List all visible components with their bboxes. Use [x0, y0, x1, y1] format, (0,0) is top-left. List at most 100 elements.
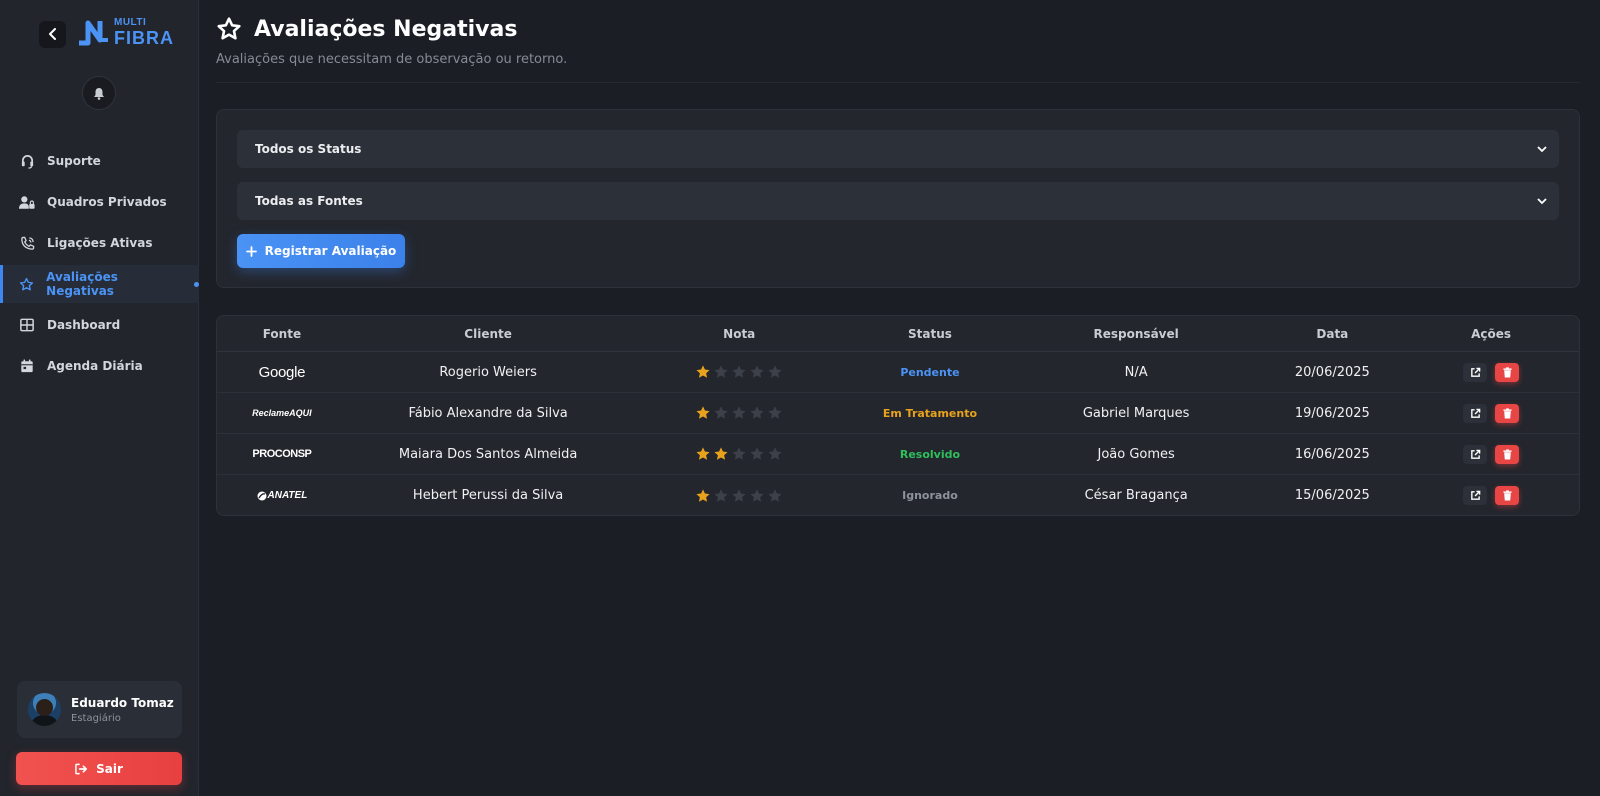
main-content: Avaliações Negativas Avaliações que nece… [199, 0, 1600, 796]
status-filter-value: Todos os Status [255, 142, 362, 156]
column-header-fonte: Fonte [262, 326, 302, 341]
star-empty-icon [732, 447, 746, 460]
table-row[interactable]: Google Rogerio Weiers Pendente N/A 20/06… [217, 352, 1579, 393]
star-empty-icon [750, 488, 764, 502]
plus-icon [245, 245, 257, 257]
sidebar-item-quadros-privados[interactable]: Quadros Privados [0, 183, 199, 221]
sidebar-item-label: Dashboard [47, 318, 121, 332]
source-filter-select[interactable]: Todas as Fontes [237, 182, 1559, 220]
table-header: Fonte Cliente Nota Status Responsável Da… [217, 316, 1579, 352]
page-subtitle: Avaliações que necessitam de observação … [216, 52, 568, 67]
filters-panel: Todos os Status Todas as Fontes Registra… [216, 109, 1580, 288]
headset-icon [19, 153, 35, 169]
chevron-down-icon [1537, 197, 1547, 204]
delete-review-button[interactable] [1495, 362, 1520, 382]
client-name: Hebert Perussi da Silva [412, 488, 564, 503]
table-row[interactable]: PROCONSP Maiara Dos Santos Almeida Resol… [217, 434, 1579, 475]
bell-icon [94, 87, 104, 100]
sidebar-item-agenda-diaria[interactable]: Agenda Diária [0, 347, 199, 385]
table-row[interactable]: ANATEL Hebert Perussi da Silva Ignorado … [217, 475, 1579, 515]
table-row[interactable]: ReclameAQUI Fábio Alexandre da Silva Em … [217, 393, 1579, 434]
chevron-down-icon [1537, 145, 1547, 152]
star-empty-icon [750, 406, 764, 419]
sidebar-item-label: Ligações Ativas [47, 236, 153, 250]
responsible-name: César Bragança [1084, 488, 1188, 503]
delete-review-button[interactable] [1495, 403, 1520, 423]
app-root: MULTI FIBRA Suporte Quadros Privados Lig… [0, 0, 1600, 796]
notifications-button[interactable] [82, 76, 116, 110]
star-filled-icon [696, 406, 710, 419]
column-header-acoes: Ações [1471, 326, 1512, 341]
sidebar: MULTI FIBRA Suporte Quadros Privados Lig… [0, 0, 199, 796]
logout-label: Sair [96, 761, 123, 776]
source-logo-google: Google [258, 363, 306, 381]
logo-text-multi: MULTI [114, 17, 147, 28]
source-logo-reclameaqui: ReclameAQUI [252, 408, 312, 418]
user-role: Estagiário [71, 712, 121, 724]
star-filled-icon [696, 488, 710, 502]
review-date: 16/06/2025 [1294, 446, 1370, 462]
star-empty-icon [732, 365, 746, 378]
external-link-icon [1470, 449, 1480, 459]
sign-out-icon [75, 763, 88, 774]
source-logo-anatel: ANATEL [257, 490, 308, 501]
sidebar-item-label: Quadros Privados [47, 195, 167, 209]
responsible-name: João Gomes [1097, 446, 1175, 462]
star-empty-icon [750, 447, 764, 460]
sidebar-item-dashboard[interactable]: Dashboard [0, 306, 199, 344]
sidebar-item-suporte[interactable]: Suporte [0, 142, 199, 180]
responsible-name: N/A [1124, 364, 1148, 380]
reviews-table: Fonte Cliente Nota Status Responsável Da… [216, 315, 1580, 516]
multifibra-logo-mark [79, 20, 108, 46]
sidebar-item-label: Agenda Diária [47, 359, 143, 373]
register-review-button[interactable]: Registrar Avaliação [237, 234, 405, 268]
column-header-data: Data [1316, 326, 1349, 341]
star-empty-icon [768, 406, 782, 419]
open-review-button[interactable] [1463, 362, 1488, 382]
logo-text-fibra: FIBRA [114, 28, 174, 48]
rating-stars [695, 488, 783, 504]
avatar [28, 693, 61, 726]
client-name: Rogerio Weiers [439, 364, 537, 380]
external-link-icon [1470, 408, 1480, 418]
trash-icon [1503, 490, 1512, 501]
collapse-sidebar-button[interactable] [39, 20, 66, 48]
external-link-icon [1470, 367, 1480, 377]
star-icon [217, 17, 241, 40]
anatel-mark-icon [257, 491, 266, 500]
client-name: Maiara Dos Santos Almeida [398, 446, 578, 462]
column-header-responsavel: Responsável [1093, 326, 1179, 341]
delete-review-button[interactable] [1495, 486, 1520, 505]
client-name: Fábio Alexandre da Silva [408, 405, 568, 421]
chevron-left-icon [48, 28, 56, 40]
trash-icon [1503, 407, 1512, 418]
sidebar-item-ligacoes-ativas[interactable]: Ligações Ativas [0, 224, 199, 262]
column-header-cliente: Cliente [464, 326, 512, 341]
star-filled-icon [696, 365, 710, 378]
open-review-button[interactable] [1463, 444, 1488, 464]
source-logo-anatel-text: ANATEL [267, 490, 308, 501]
sidebar-item-avaliacoes-negativas[interactable]: Avaliações Negativas [0, 265, 199, 303]
star-filled-icon [714, 447, 728, 460]
sidebar-nav: Suporte Quadros Privados Ligações Ativas… [0, 142, 199, 388]
star-empty-icon [768, 488, 782, 502]
star-empty-icon [732, 406, 746, 419]
column-header-nota: Nota [723, 326, 756, 341]
status-filter-select[interactable]: Todos os Status [237, 130, 1559, 168]
star-empty-icon [714, 406, 728, 419]
review-date: 15/06/2025 [1294, 488, 1370, 503]
page-title: Avaliações Negativas [254, 16, 518, 42]
column-header-status: Status [907, 326, 952, 341]
sidebar-item-label: Suporte [47, 154, 101, 168]
delete-review-button[interactable] [1495, 444, 1520, 464]
user-lock-icon [19, 194, 35, 210]
source-filter-value: Todas as Fontes [255, 194, 363, 208]
page-header: Avaliações Negativas Avaliações que nece… [216, 16, 568, 68]
sidebar-item-label: Avaliações Negativas [46, 270, 118, 298]
star-empty-icon [768, 365, 782, 378]
star-empty-icon [750, 365, 764, 378]
user-profile-card[interactable]: Eduardo Tomaz Estagiário [17, 681, 182, 738]
open-review-button[interactable] [1463, 403, 1488, 423]
logout-button[interactable]: Sair [16, 752, 182, 785]
open-review-button[interactable] [1463, 486, 1488, 505]
